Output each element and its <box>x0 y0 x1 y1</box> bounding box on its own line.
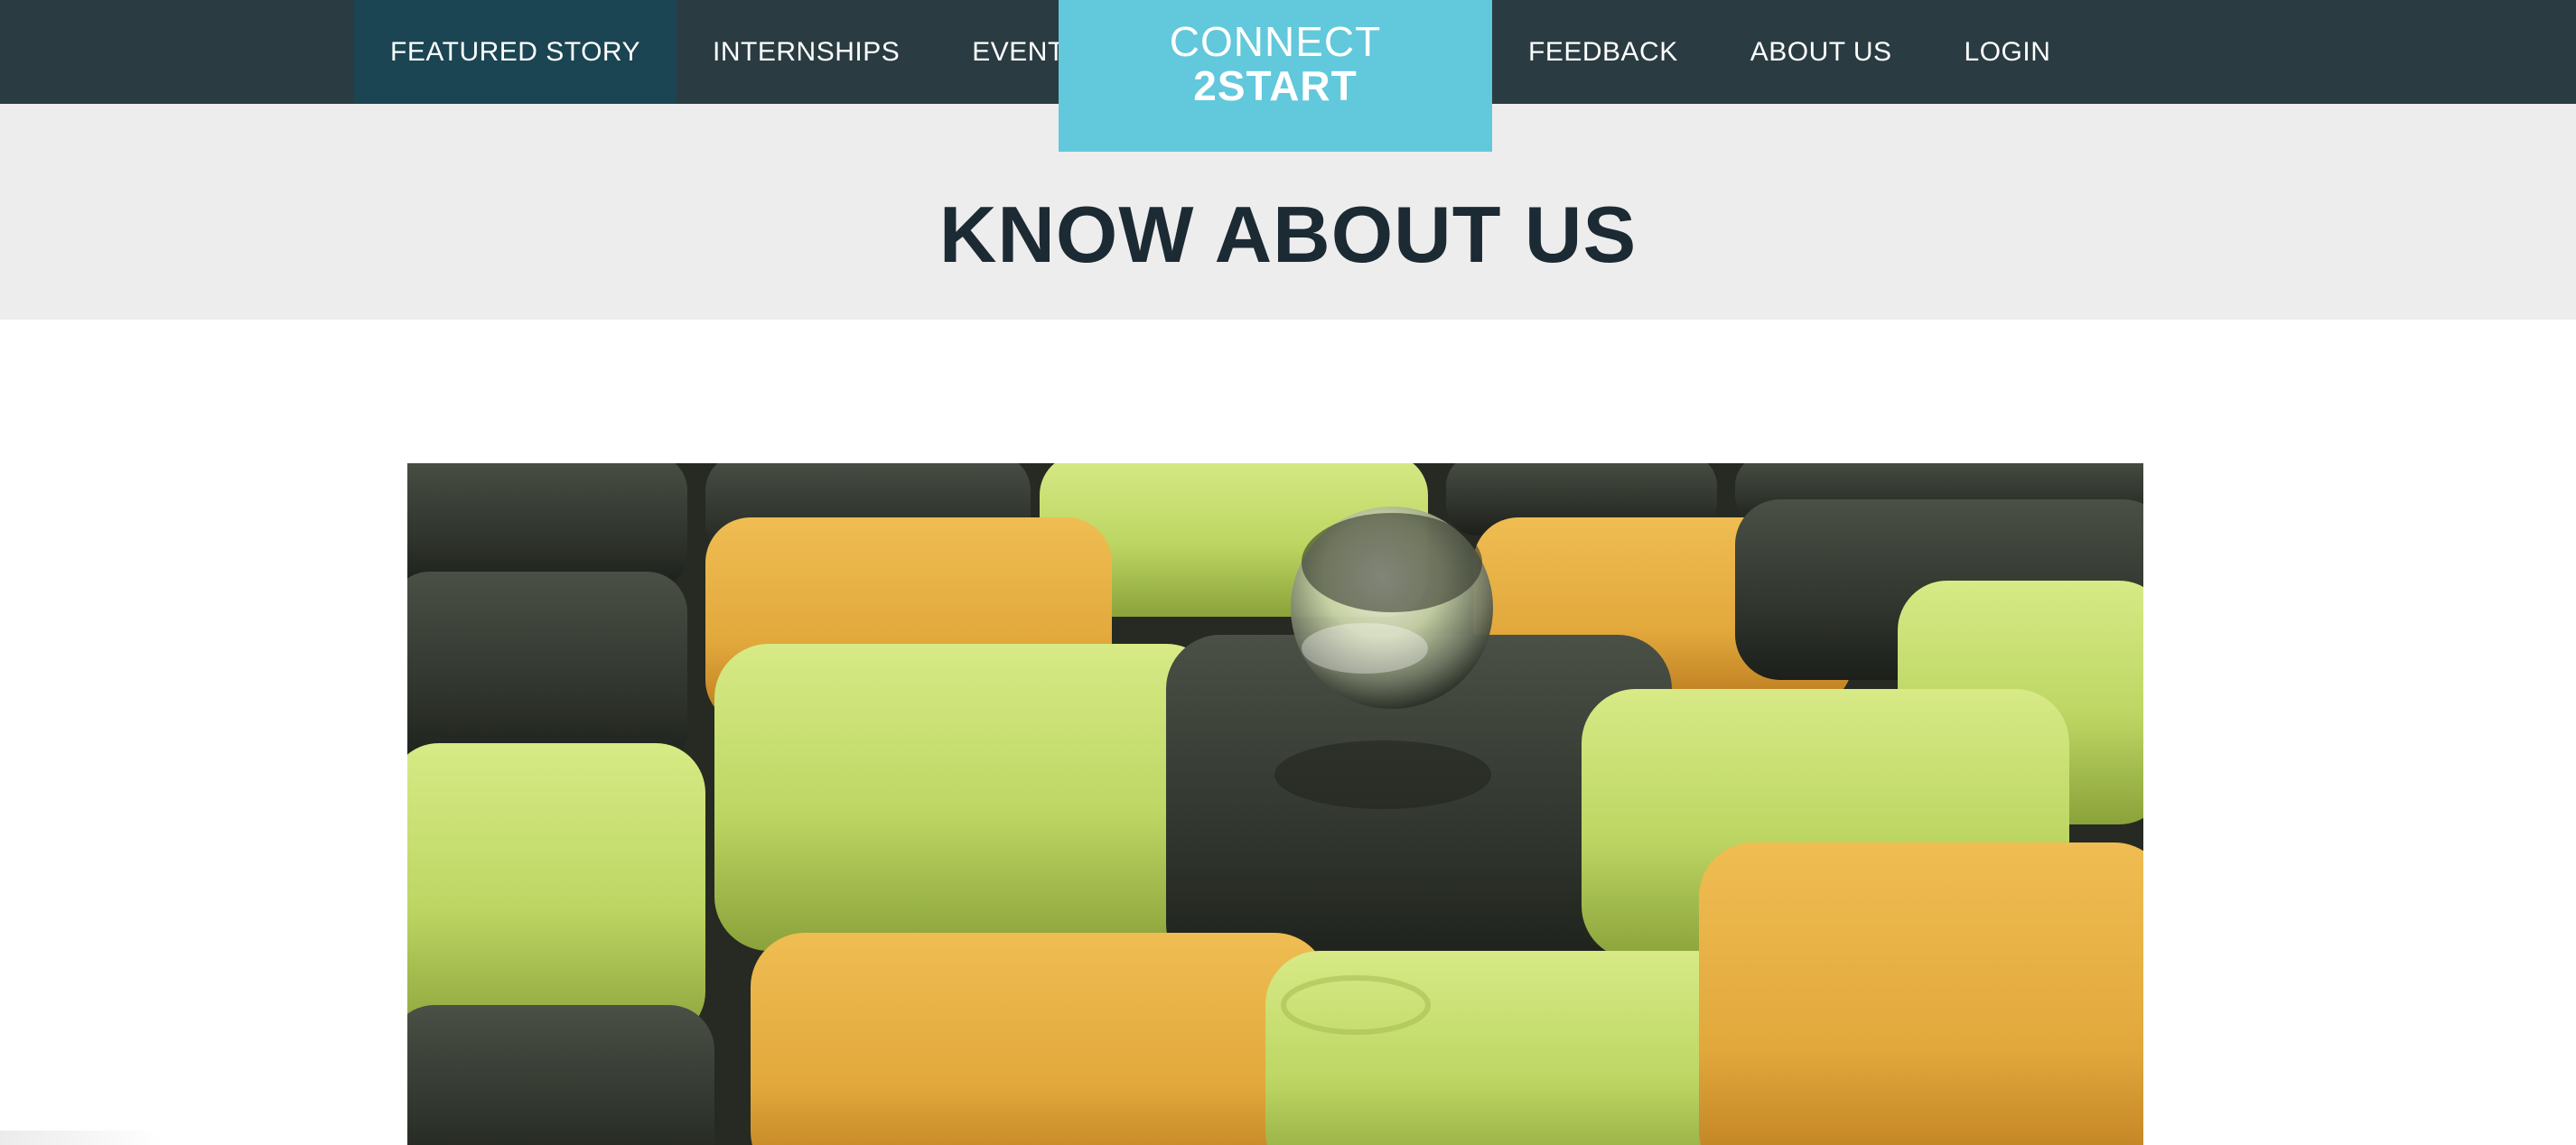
corner-shadow-decoration <box>0 1131 163 1145</box>
nav-feedback[interactable]: FEEDBACK <box>1492 0 1714 104</box>
nav-featured-story[interactable]: FEATURED STORY <box>354 0 677 104</box>
logo-text-connect: CONNECT <box>1169 18 1382 65</box>
nav-about-us[interactable]: ABOUT US <box>1714 0 1928 104</box>
nav-internships[interactable]: INTERNSHIPS <box>677 0 936 104</box>
nav-login[interactable]: LOGIN <box>1928 0 2087 104</box>
logo-text-2start: 2START <box>1193 62 1358 109</box>
nav-right-group: FEEDBACK ABOUT US LOGIN <box>1492 0 2086 104</box>
about-hero-image <box>407 463 2143 1145</box>
nav-left-group: FEATURED STORY INTERNSHIPS EVENTS <box>354 0 1119 104</box>
cubes-illustration <box>407 463 2143 1145</box>
page-title: KNOW ABOUT US <box>938 189 1638 279</box>
site-logo[interactable]: CONNECT 2START <box>1059 0 1492 152</box>
